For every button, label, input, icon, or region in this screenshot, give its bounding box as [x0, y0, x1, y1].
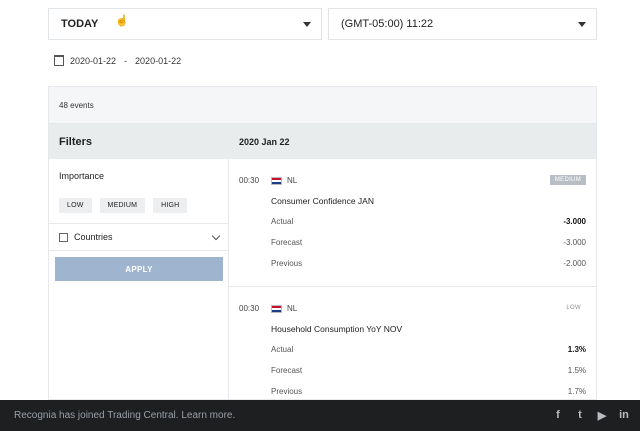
chevron-down-icon — [578, 22, 586, 27]
event-title: Household Consumption YoY NOV — [271, 324, 403, 334]
event-metric-row: Previous 1.7% — [271, 387, 586, 399]
panel-header: Filters 2020 Jan 22 — [49, 124, 596, 159]
countries-label: Countries — [74, 232, 113, 242]
events-count: 48 events — [59, 100, 94, 110]
metric-label: Actual — [271, 345, 294, 354]
metric-value: -3.000 — [563, 238, 586, 247]
metric-value: 1.7% — [567, 387, 586, 396]
twitter-icon[interactable]: t — [574, 409, 586, 422]
event-country: NL — [287, 176, 298, 185]
importance-chips: LOW MEDIUM HIGH — [59, 198, 188, 213]
metric-value: 1.3% — [567, 345, 586, 354]
date-separator: - — [124, 55, 128, 66]
event-metric-row: Actual 1.3% — [271, 345, 586, 357]
facebook-icon[interactable]: f — [552, 409, 564, 422]
metric-label: Previous — [271, 387, 303, 396]
importance-badge: MEDIUM — [549, 175, 586, 185]
event-metric-row: Previous -2.000 — [271, 259, 586, 271]
chevron-down-icon — [211, 231, 221, 241]
events-count-bar: 48 events — [49, 87, 596, 124]
metric-value: 1.5% — [567, 366, 586, 375]
panel-body: Importance LOW MEDIUM HIGH Countries APP… — [49, 159, 596, 399]
event-item[interactable]: 00:30 NL LOW Household Consumption YoY N… — [229, 287, 596, 399]
apply-button[interactable]: APPLY — [55, 257, 223, 281]
social-links: f t ▶ in — [552, 409, 630, 422]
footer-announcement-link[interactable]: Recognia has joined Trading Central. Lea… — [14, 410, 235, 421]
chevron-down-icon — [303, 22, 311, 27]
event-metric-row: Forecast -3.000 — [271, 238, 586, 250]
netherlands-flag-icon — [271, 177, 282, 185]
linkedin-icon[interactable]: in — [618, 409, 630, 422]
date-to: 2020-01-22 — [135, 55, 182, 66]
metric-label: Actual — [271, 217, 294, 226]
filters-title: Filters — [59, 135, 93, 148]
event-metric-row: Forecast 1.5% — [271, 366, 586, 378]
period-select[interactable]: TODAY — [48, 8, 322, 40]
youtube-icon[interactable]: ▶ — [596, 409, 608, 422]
date-from: 2020-01-22 — [70, 55, 117, 66]
event-item[interactable]: 00:30 NL MEDIUM Consumer Confidence JAN … — [229, 159, 596, 287]
filters-sidebar: Importance LOW MEDIUM HIGH Countries APP… — [49, 159, 229, 399]
netherlands-flag-icon — [271, 305, 282, 313]
mouse-cursor-icon: ☝ — [115, 15, 129, 27]
metric-value: -2.000 — [563, 259, 586, 268]
countries-filter[interactable]: Countries — [49, 223, 229, 251]
timezone-select[interactable]: (GMT-05:00) 11:22 — [328, 8, 597, 40]
footer-bar: Recognia has joined Trading Central. Lea… — [0, 400, 640, 431]
countries-checkbox[interactable] — [59, 232, 68, 242]
importance-high-chip[interactable]: HIGH — [153, 198, 188, 213]
importance-badge: LOW — [566, 305, 581, 311]
importance-medium-chip[interactable]: MEDIUM — [99, 198, 146, 213]
economic-calendar-page: TODAY ☝ (GMT-05:00) 11:22 2020-01-22 - 2… — [0, 0, 640, 431]
event-title: Consumer Confidence JAN — [271, 196, 374, 206]
metric-label: Previous — [271, 259, 303, 268]
date-range-picker[interactable]: 2020-01-22 - 2020-01-22 — [54, 55, 181, 66]
importance-low-chip[interactable]: LOW — [59, 198, 92, 213]
metric-label: Forecast — [271, 238, 303, 247]
events-list: 00:30 NL MEDIUM Consumer Confidence JAN … — [229, 159, 596, 399]
event-time: 00:30 — [239, 304, 260, 313]
metric-label: Forecast — [271, 366, 303, 375]
event-country: NL — [287, 304, 298, 313]
event-metric-row: Actual -3.000 — [271, 217, 586, 229]
calendar-panel: 48 events Filters 2020 Jan 22 Importance… — [48, 86, 597, 400]
metric-value: -3.000 — [563, 217, 586, 226]
date-heading: 2020 Jan 22 — [239, 136, 290, 147]
importance-label: Importance — [59, 171, 105, 181]
calendar-icon — [54, 55, 64, 66]
event-time: 00:30 — [239, 176, 260, 185]
timezone-select-value: (GMT-05:00) 11:22 — [341, 18, 434, 30]
period-select-value: TODAY — [61, 18, 99, 30]
